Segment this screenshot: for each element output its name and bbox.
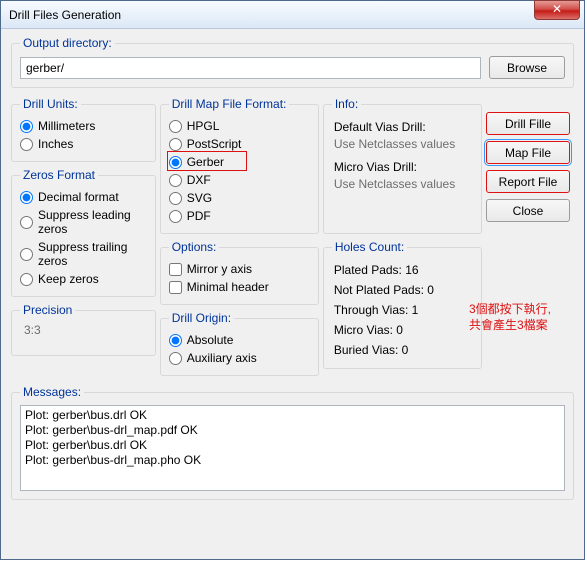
info-netclasses-1: Use Netclasses values bbox=[332, 137, 473, 151]
origin-legend: Drill Origin: bbox=[169, 311, 234, 325]
columns: Drill Units: Millimeters Inches Zeros Fo… bbox=[11, 94, 574, 382]
close-icon[interactable]: ✕ bbox=[534, 0, 580, 20]
radio-hpgl[interactable]: HPGL bbox=[169, 117, 310, 135]
info-micro-vias: Micro Vias Drill: bbox=[332, 157, 473, 177]
options-legend: Options: bbox=[169, 240, 220, 254]
middle-column: Drill Map File Format: HPGL PostScript G… bbox=[160, 94, 319, 382]
radio-keep-zeros[interactable]: Keep zeros bbox=[20, 270, 147, 288]
radio-suppress-leading[interactable]: Suppress leading zeros bbox=[20, 206, 147, 238]
radio-suppress-trailing[interactable]: Suppress trailing zeros bbox=[20, 238, 147, 270]
titlebar[interactable]: Drill Files Generation ✕ bbox=[1, 1, 584, 29]
drill-units-group: Drill Units: Millimeters Inches bbox=[11, 97, 156, 162]
annotation-text: 3個都按下執行, 共會產生3檔案 bbox=[469, 301, 564, 333]
message-line: Plot: gerber\bus.drl OK bbox=[25, 438, 560, 453]
left-column: Drill Units: Millimeters Inches Zeros Fo… bbox=[11, 94, 156, 382]
output-directory-group: Output directory: Browse bbox=[11, 36, 574, 88]
message-line: Plot: gerber\bus-drl_map.pdf OK bbox=[25, 423, 560, 438]
radio-millimeters[interactable]: Millimeters bbox=[20, 117, 147, 135]
radio-decimal[interactable]: Decimal format bbox=[20, 188, 147, 206]
radio-aux-axis[interactable]: Auxiliary axis bbox=[169, 349, 310, 367]
browse-button[interactable]: Browse bbox=[489, 56, 565, 79]
info-default-vias: Default Vias Drill: bbox=[332, 117, 473, 137]
report-file-button[interactable]: Report File bbox=[486, 170, 570, 193]
info-group: Info: Default Vias Drill: Use Netclasses… bbox=[323, 97, 482, 234]
options-group: Options: Mirror y axis Minimal header bbox=[160, 240, 319, 305]
output-legend: Output directory: bbox=[20, 36, 115, 50]
info-netclasses-2: Use Netclasses values bbox=[332, 177, 473, 191]
radio-postscript[interactable]: PostScript bbox=[169, 135, 310, 153]
holes-through: Through Vias: 1 bbox=[332, 300, 473, 320]
holes-micro: Micro Vias: 0 bbox=[332, 320, 473, 340]
drill-file-button[interactable]: Drill Fille bbox=[486, 112, 570, 135]
window-title: Drill Files Generation bbox=[9, 8, 121, 22]
map-format-group: Drill Map File Format: HPGL PostScript G… bbox=[160, 97, 319, 234]
holes-not-plated: Not Plated Pads: 0 bbox=[332, 280, 473, 300]
radio-inches[interactable]: Inches bbox=[20, 135, 147, 153]
radio-gerber[interactable]: Gerber bbox=[169, 153, 310, 171]
drill-units-legend: Drill Units: bbox=[20, 97, 81, 111]
messages-legend: Messages: bbox=[20, 385, 84, 399]
zeros-legend: Zeros Format bbox=[20, 168, 98, 182]
precision-legend: Precision bbox=[20, 303, 75, 317]
info-column: Info: Default Vias Drill: Use Netclasses… bbox=[323, 94, 482, 382]
messages-group: Messages: Plot: gerber\bus.drl OK Plot: … bbox=[11, 385, 574, 500]
buttons-column: Drill Fille Map File Report File Close bbox=[486, 94, 574, 382]
check-minimal-header[interactable]: Minimal header bbox=[169, 278, 310, 296]
close-button[interactable]: Close bbox=[486, 199, 570, 222]
map-file-button[interactable]: Map File bbox=[486, 141, 570, 164]
message-line: Plot: gerber\bus.drl OK bbox=[25, 408, 560, 423]
content-area: Output directory: Browse Drill Units: Mi… bbox=[1, 29, 584, 559]
window-frame: Drill Files Generation ✕ Output director… bbox=[0, 0, 585, 560]
radio-svg[interactable]: SVG bbox=[169, 189, 310, 207]
holes-count-group: Holes Count: Plated Pads: 16 Not Plated … bbox=[323, 240, 482, 369]
output-directory-input[interactable] bbox=[20, 57, 481, 79]
drill-origin-group: Drill Origin: Absolute Auxiliary axis bbox=[160, 311, 319, 376]
message-line: Plot: gerber\bus-drl_map.pho OK bbox=[25, 453, 560, 468]
radio-dxf[interactable]: DXF bbox=[169, 171, 310, 189]
map-format-legend: Drill Map File Format: bbox=[169, 97, 290, 111]
check-mirror-y[interactable]: Mirror y axis bbox=[169, 260, 310, 278]
radio-absolute[interactable]: Absolute bbox=[169, 331, 310, 349]
precision-group: Precision 3:3 bbox=[11, 303, 156, 356]
messages-box[interactable]: Plot: gerber\bus.drl OK Plot: gerber\bus… bbox=[20, 405, 565, 491]
radio-pdf[interactable]: PDF bbox=[169, 207, 310, 225]
info-legend: Info: bbox=[332, 97, 361, 111]
holes-legend: Holes Count: bbox=[332, 240, 407, 254]
holes-buried: Buried Vias: 0 bbox=[332, 340, 473, 360]
holes-plated: Plated Pads: 16 bbox=[332, 260, 473, 280]
precision-value: 3:3 bbox=[20, 323, 147, 337]
zeros-format-group: Zeros Format Decimal format Suppress lea… bbox=[11, 168, 156, 297]
